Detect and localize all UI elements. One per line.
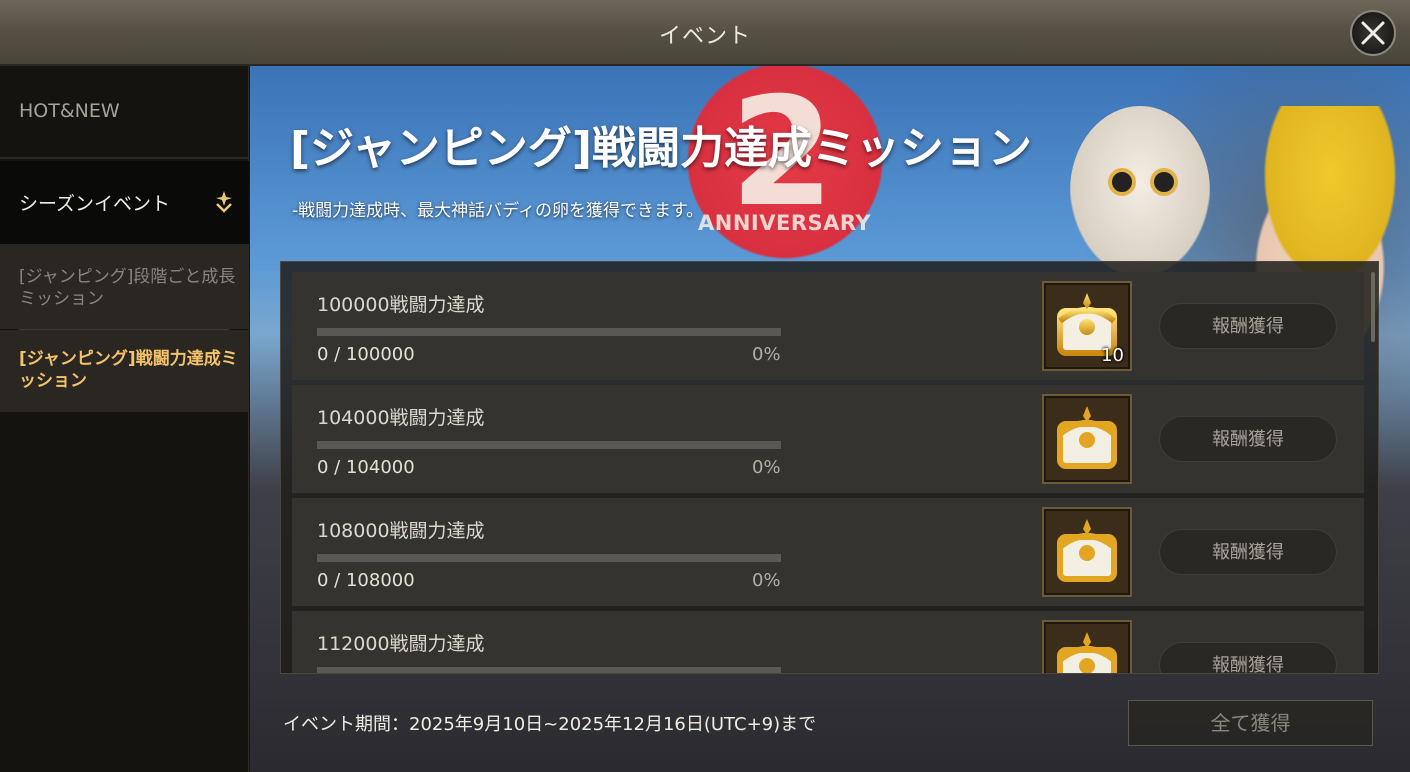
- page-title: [ジャンピング]戦闘力達成ミッション: [290, 123, 1033, 174]
- reward-slot[interactable]: [1042, 507, 1132, 597]
- claim-reward-button[interactable]: 報酬獲得: [1159, 416, 1337, 462]
- progress-text: 0 / 104000: [317, 457, 415, 478]
- progress-text: 0 / 100000: [317, 344, 415, 365]
- page-subtitle: -戦闘力達成時、最大神話バディの卵を獲得できます。: [292, 201, 704, 221]
- title-bar: イベント: [0, 0, 1410, 66]
- progress-percent: 0%: [752, 344, 781, 365]
- claim-all-button[interactable]: 全て獲得: [1128, 700, 1373, 746]
- owl-illustration: [1070, 106, 1210, 276]
- anniversary-text: ANNIVERSARY: [698, 211, 872, 235]
- event-period: イベント期間：2025年9月10日~2025年12月16日(UTC+9)まで: [283, 714, 817, 735]
- progress-bar: [317, 328, 781, 336]
- sidebar-item-label: HOT&NEW: [19, 100, 120, 122]
- reward-quantity: 10: [1101, 345, 1124, 366]
- sidebar-subitem-growth-mission[interactable]: [ジャンピング]段階ごと成長ミッション: [0, 244, 249, 329]
- close-button[interactable]: [1350, 10, 1396, 56]
- progress-percent: 0%: [752, 457, 781, 478]
- reward-slot[interactable]: 10: [1042, 281, 1132, 371]
- sidebar-subitem-power-mission[interactable]: [ジャンピング]戦闘力達成ミッション: [0, 330, 249, 412]
- star-arrow-icon: [216, 191, 232, 213]
- progress-text: 0 / 108000: [317, 570, 415, 591]
- progress-bar: [317, 441, 781, 449]
- treasure-chest-icon: [1057, 632, 1117, 673]
- progress-bar: [317, 667, 781, 673]
- mission-row: 108000戦闘力達成 0 / 108000 0% 報酬獲得: [292, 498, 1364, 606]
- progress-bar: [317, 554, 781, 562]
- sidebar-subitem-label: [ジャンピング]段階ごと成長ミッション: [19, 267, 236, 309]
- reward-slot[interactable]: [1042, 394, 1132, 484]
- claim-reward-button[interactable]: 報酬獲得: [1159, 642, 1337, 673]
- mission-title: 112000戦闘力達成: [317, 633, 485, 655]
- close-icon: [1361, 21, 1385, 45]
- claim-reward-button[interactable]: 報酬獲得: [1159, 303, 1337, 349]
- sidebar-item-label: シーズンイベント: [19, 193, 171, 215]
- mission-title: 100000戦闘力達成: [317, 294, 485, 316]
- scrollbar[interactable]: [1371, 272, 1375, 342]
- reward-slot[interactable]: [1042, 620, 1132, 673]
- mission-list[interactable]: 100000戦闘力達成 0 / 100000 0% 10 報酬獲得 104000…: [280, 261, 1379, 674]
- window-title: イベント: [658, 24, 751, 49]
- sidebar-item-season-event[interactable]: シーズンイベント: [0, 161, 249, 244]
- treasure-chest-icon: [1057, 406, 1117, 469]
- sidebar-item-hot-new[interactable]: HOT&NEW: [0, 66, 249, 159]
- progress-percent: 0%: [752, 570, 781, 591]
- mission-row: 104000戦闘力達成 0 / 104000 0% 報酬獲得: [292, 385, 1364, 493]
- mission-title: 104000戦闘力達成: [317, 407, 485, 429]
- mission-title: 108000戦闘力達成: [317, 520, 485, 542]
- mission-row: 112000戦闘力達成 報酬獲得: [292, 611, 1364, 673]
- mission-row: 100000戦闘力達成 0 / 100000 0% 10 報酬獲得: [292, 272, 1364, 380]
- sidebar-subitem-label: [ジャンピング]戦闘力達成ミッション: [19, 349, 238, 391]
- treasure-chest-icon: [1057, 519, 1117, 582]
- main-panel: 2 ANNIVERSARY [ジャンピング]戦闘力達成ミッション -戦闘力達成時…: [250, 66, 1410, 772]
- claim-reward-button[interactable]: 報酬獲得: [1159, 529, 1337, 575]
- sidebar: HOT&NEW シーズンイベント [ジャンピング]段階ごと成長ミッション [ジャ…: [0, 66, 249, 772]
